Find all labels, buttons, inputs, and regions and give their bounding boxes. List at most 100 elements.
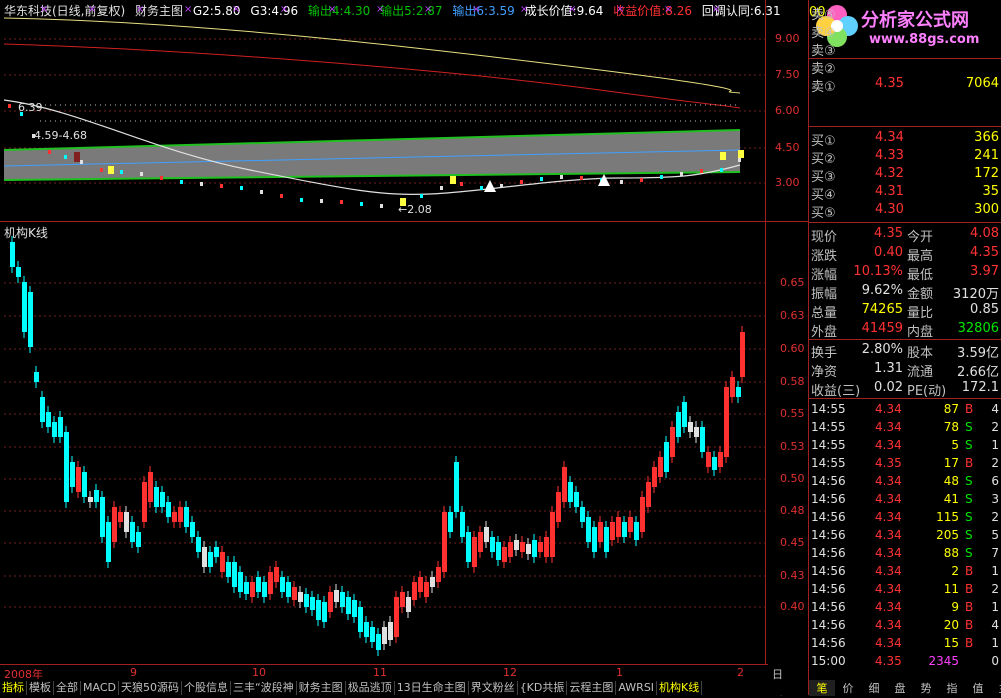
- signal-square: [738, 150, 744, 158]
- order-volume: 35: [982, 184, 999, 199]
- tab-item[interactable]: 云程主图: [567, 681, 617, 695]
- mini-candle: [680, 172, 683, 176]
- candle-body: [460, 512, 465, 537]
- order-volume: 300: [974, 202, 999, 217]
- candle-body: [124, 512, 129, 532]
- candle-body: [670, 427, 675, 457]
- candle-body: [274, 567, 279, 582]
- candle-body: [346, 597, 351, 614]
- finance-divider: [809, 339, 1001, 340]
- signal-marker: ×: [88, 4, 96, 15]
- order-price: 4.32: [875, 166, 904, 181]
- detail-tab[interactable]: 盘: [887, 680, 913, 696]
- candle-body: [46, 412, 51, 427]
- candle-body: [550, 512, 555, 557]
- tick-volume: 2: [951, 564, 959, 578]
- tab-item[interactable]: {KD共振: [518, 681, 568, 695]
- candle-body: [724, 387, 729, 457]
- detail-tab[interactable]: 细: [861, 680, 887, 696]
- candle-body: [418, 577, 423, 592]
- tick-price: 4.34: [875, 546, 902, 560]
- kline-axis-label: 0.58: [780, 375, 805, 388]
- top-axis-label: 4.50: [775, 141, 800, 154]
- candle-body: [574, 492, 579, 507]
- detail-tab[interactable]: 势: [913, 680, 939, 696]
- order-volume: 241: [974, 148, 999, 163]
- tab-item[interactable]: 13日生命主图: [395, 681, 469, 695]
- tick-time: 14:56: [811, 528, 846, 542]
- detail-tab[interactable]: 主: [991, 680, 1001, 696]
- candle-body: [358, 607, 363, 632]
- mini-candle: [200, 182, 203, 186]
- finance-label: 流通: [907, 365, 934, 380]
- detail-tab[interactable]: 笔: [809, 680, 835, 696]
- tab-item[interactable]: MACD: [81, 681, 119, 695]
- quote-row: 外盘 41459 内盘 32806: [809, 321, 1001, 340]
- tab-item[interactable]: 三丰“波段神: [231, 681, 297, 695]
- mini-candle: [700, 169, 703, 173]
- institution-kline-panel[interactable]: 机构K线 0.65 0.63 0.60 0.58 0.55 0.53 0.50 …: [0, 222, 805, 662]
- mini-candle: [640, 178, 643, 182]
- candle-body: [88, 497, 93, 502]
- tab-item[interactable]: 机构K线: [657, 681, 703, 695]
- candle-body: [694, 427, 699, 437]
- tab-item[interactable]: 财务主图: [297, 681, 346, 695]
- tick-row: 14:55 4.34 78 S 2: [809, 420, 1001, 438]
- tab-item[interactable]: 极品逃顶: [346, 681, 395, 695]
- detail-tab[interactable]: 值: [965, 680, 991, 696]
- tick-time: 14:56: [811, 582, 846, 596]
- candle-body: [190, 522, 195, 537]
- candle-body: [538, 542, 543, 552]
- tick-time: 14:56: [811, 546, 846, 560]
- quote-label: 最高: [907, 249, 934, 264]
- tick-count: 1: [991, 600, 999, 614]
- main-chart-panel[interactable]: 华东科技(日线,前复权) 财务主图 G2:5.80 G3:4.96 输出4:4.…: [0, 0, 800, 220]
- candle-body: [178, 507, 183, 522]
- date-label: 2: [737, 666, 744, 679]
- candle-body: [256, 577, 261, 592]
- tab-item[interactable]: AWRSI: [616, 681, 658, 695]
- tab-item[interactable]: 指标: [0, 681, 27, 695]
- tab-item[interactable]: 天狼50源码: [119, 681, 182, 695]
- top-axis-label: 7.50: [775, 68, 800, 81]
- candle-body: [610, 522, 615, 540]
- date-label: 12: [503, 666, 517, 679]
- tick-volume: 115: [936, 510, 959, 524]
- quote-panel: 00 分析家公式网 www.88gs.com 卖⑤ 卖④ 卖③ 卖② 卖① 4.35 706…: [809, 0, 1001, 695]
- kline-axis-label: 0.55: [780, 407, 805, 420]
- mini-candle: [420, 194, 423, 198]
- candle-body: [160, 492, 165, 507]
- tick-time: 14:56: [811, 564, 846, 578]
- candle-body: [196, 537, 201, 552]
- signal-marker: ×: [184, 4, 192, 15]
- ticks-divider: [809, 398, 1001, 399]
- candle-body: [208, 552, 213, 567]
- buy-order-row: 买② 4.33 241: [809, 148, 1001, 167]
- tab-item[interactable]: 模板: [27, 681, 54, 695]
- tab-item[interactable]: 界文粉丝: [469, 681, 518, 695]
- mini-candle: [180, 180, 183, 184]
- date-label: 11: [373, 666, 387, 679]
- candle-body: [598, 522, 603, 542]
- quote-label: 最低: [907, 268, 934, 283]
- order-label: 买⑤: [811, 206, 836, 221]
- candle-body: [568, 482, 573, 502]
- quote-value: 4.08: [970, 226, 999, 241]
- candle-body: [406, 597, 411, 612]
- buy-order-row: 买⑤ 4.30 300: [809, 202, 1001, 221]
- order-label: 卖⑤: [811, 8, 836, 23]
- detail-tab[interactable]: 价: [835, 680, 861, 696]
- quote-label: 振幅: [811, 287, 838, 302]
- signal-marker: ×: [232, 4, 240, 15]
- tick-count: 3: [991, 492, 999, 506]
- tab-item[interactable]: 个股信息: [182, 681, 231, 695]
- tick-row: 14:56 4.34 2 B 1: [809, 564, 1001, 582]
- tick-price: 4.34: [875, 582, 902, 596]
- candle-body: [184, 507, 189, 527]
- finance-label: 净资: [811, 365, 838, 380]
- detail-tab[interactable]: 指: [939, 680, 965, 696]
- tick-row: 14:55 4.35 17 B 2: [809, 456, 1001, 474]
- finance-row: 收益(三) 0.02 PE(动) 172.1: [809, 380, 1001, 399]
- tab-item[interactable]: 全部: [54, 681, 81, 695]
- high-annotation: 6.39: [18, 101, 43, 114]
